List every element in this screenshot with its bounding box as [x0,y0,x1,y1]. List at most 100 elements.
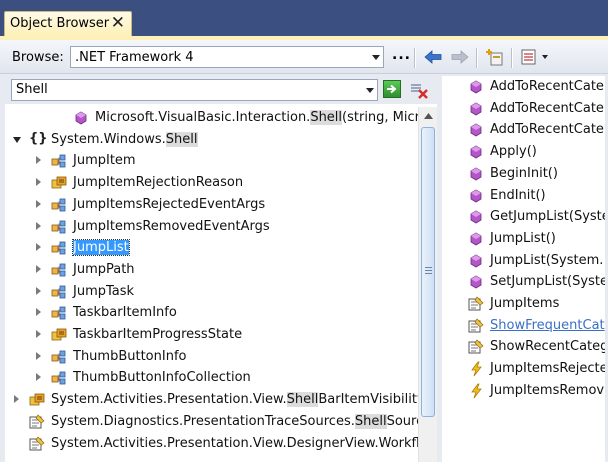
close-icon[interactable]: ✕ [111,13,125,33]
search-combo[interactable]: Shell [11,79,378,101]
member-item[interactable]: JumpItemsRejecte [442,358,605,380]
member-item[interactable]: Apply() [442,141,605,163]
expander-closed-icon[interactable] [36,264,41,273]
expander-closed-icon[interactable] [14,395,19,404]
object-browser-window: Object Browser ✕ Browse: .NET Framework … [0,0,608,462]
member-item[interactable]: ShowFrequentCat [442,315,605,337]
thumb-grip [425,267,432,268]
tree-node[interactable]: JumpList [5,237,418,259]
objects-scrollbar[interactable] [418,107,437,462]
member-label: AddToRecentCate [490,122,604,138]
tree-node-label: System.Diagnostics.PresentationTraceSour… [51,413,418,429]
tree-node[interactable]: {} System.Windows.Shell [5,129,418,151]
expander-closed-icon[interactable] [36,199,41,208]
member-item[interactable]: AddToRecentCate [442,119,605,141]
method-icon [468,209,484,225]
objects-pane: Shell Microsoft.VisualBasic.Interaction.… [5,76,437,462]
tree-node[interactable]: System.Diagnostics.PresentationTraceSour… [5,411,418,433]
expander-open-icon[interactable] [13,136,21,143]
expander-closed-icon[interactable] [36,221,41,230]
search-row: Shell [5,76,437,104]
tree-node[interactable]: TaskbarItemProgressState [5,324,418,346]
thumb-grip [425,270,432,271]
expander-closed-icon[interactable] [36,373,41,382]
member-item[interactable]: GetJumpList(Syste [442,206,605,228]
member-item[interactable]: ShowRecentCateg [442,336,605,358]
event-icon [468,361,484,377]
expander-closed-icon[interactable] [36,178,41,187]
method-icon [468,231,484,247]
method-icon [73,110,89,126]
tree-node-label: JumpTask [73,283,135,299]
tree-node-label: JumpItemsRejectedEventArgs [73,196,266,212]
member-label: SetJumpList(Syste [490,274,605,290]
thumb-grip [425,273,432,274]
enum-icon [51,175,67,191]
tree-node[interactable]: TaskbarItemInfo [5,302,418,324]
member-label: BeginInit() [490,165,558,181]
tree-node[interactable]: JumpPath [5,259,418,281]
member-item[interactable]: JumpItems [442,293,605,315]
expander-closed-icon[interactable] [36,330,41,338]
property-icon [29,414,45,430]
toolbar-separator [414,48,416,68]
tree-node-label: System.Windows.Shell [51,131,198,147]
tree-node[interactable]: JumpItem [5,150,418,172]
browse-combo[interactable]: .NET Framework 4 [70,46,384,68]
objects-tree[interactable]: Microsoft.VisualBasic.Interaction.Shell(… [5,107,418,462]
browse-more-button[interactable]: ... [392,47,411,63]
method-icon [468,122,484,138]
member-label: JumpList() [490,230,556,246]
class-icon [51,262,67,278]
tree-node[interactable]: ThumbButtonInfo [5,346,418,368]
tree-node[interactable]: JumpItemsRejectedEventArgs [5,194,418,216]
member-label: ShowRecentCateg [490,339,605,355]
member-item[interactable]: JumpList(System. [442,250,605,272]
method-icon [468,253,484,269]
search-go-icon[interactable] [383,80,401,98]
method-icon [468,188,484,204]
chevron-down-icon [366,88,374,93]
member-item[interactable]: SetJumpList(Syste [442,271,605,293]
enum-icon [51,327,67,343]
tree-node-label: System.Activities.Presentation.View.Desi… [51,435,418,451]
clear-search-icon[interactable] [409,80,429,100]
method-icon [468,144,484,160]
search-input[interactable]: Shell [16,82,48,97]
settings-dropdown-icon[interactable] [518,47,554,67]
add-reference-icon[interactable] [483,47,505,67]
method-icon [468,274,484,290]
member-item[interactable]: JumpList() [442,228,605,250]
class-icon [51,197,67,213]
scrollbar-thumb[interactable] [421,127,435,417]
chevron-down-icon [372,55,380,60]
expander-closed-icon[interactable] [36,308,41,317]
tab-title: Object Browser [10,16,110,31]
member-item[interactable]: AddToRecentCate [442,98,605,120]
scroll-up-icon[interactable] [419,107,437,125]
tree-node-label: Microsoft.VisualBasic.Interaction.Shell(… [95,110,418,125]
tree-node[interactable]: JumpItemsRemovedEventArgs [5,216,418,238]
tree-node[interactable]: JumpTask [5,281,418,303]
member-label: ShowFrequentCat [490,317,605,333]
method-icon [468,79,484,95]
members-pane[interactable]: AddToRecentCate AddToRecentCate AddToRecen… [442,76,605,462]
expander-closed-icon[interactable] [36,243,41,252]
tree-node-label: ThumbButtonInfoCollection [73,370,251,386]
member-item[interactable]: AddToRecentCate [442,76,605,98]
tree-node[interactable]: Microsoft.VisualBasic.Interaction.Shell(… [5,107,418,129]
expander-closed-icon[interactable] [36,351,41,360]
tree-node[interactable]: System.Activities.Presentation.View.Shel… [5,389,418,411]
member-item[interactable]: JumpItemsRemov [442,380,605,402]
tree-node[interactable]: System.Activities.Presentation.View.Desi… [5,433,418,455]
expander-closed-icon[interactable] [36,156,41,165]
member-item[interactable]: EndInit() [442,185,605,207]
forward-arrow-icon[interactable] [449,47,471,67]
back-arrow-icon[interactable] [422,47,444,67]
class-icon [51,284,67,300]
member-item[interactable]: BeginInit() [442,163,605,185]
tree-node[interactable]: JumpItemRejectionReason [5,172,418,194]
expander-closed-icon[interactable] [36,286,41,295]
tab-object-browser[interactable]: Object Browser ✕ [4,11,132,36]
tree-node[interactable]: ThumbButtonInfoCollection [5,367,418,389]
